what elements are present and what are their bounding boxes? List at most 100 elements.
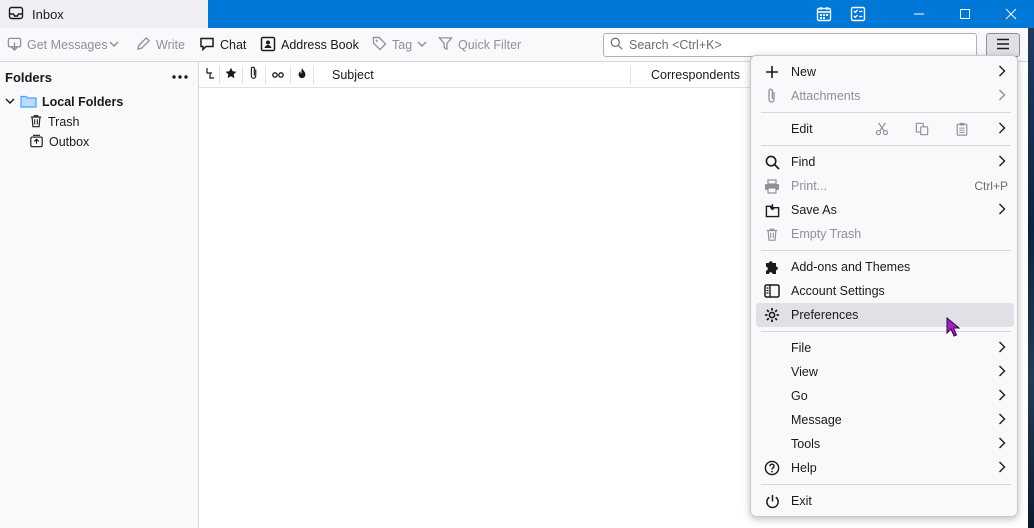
power-icon bbox=[761, 490, 783, 512]
menu-item-label: New bbox=[791, 65, 817, 79]
cut-icon[interactable] bbox=[871, 119, 893, 139]
subject-column[interactable]: Subject bbox=[314, 62, 630, 87]
write-button[interactable]: Write bbox=[136, 28, 185, 62]
menu-item-new[interactable]: New bbox=[756, 60, 1014, 84]
menu-item-print[interactable]: Print... Ctrl+P bbox=[756, 174, 1014, 198]
account-settings-icon bbox=[761, 280, 783, 302]
menu-item-label: Add-ons and Themes bbox=[791, 260, 911, 274]
tag-label: Tag bbox=[392, 38, 413, 52]
menu-item-go[interactable]: Go bbox=[756, 384, 1014, 408]
menu-item-edit: Edit bbox=[756, 117, 1014, 141]
starred-column[interactable] bbox=[220, 62, 242, 87]
menu-separator bbox=[761, 112, 1011, 113]
chevron-right-icon bbox=[998, 88, 1006, 105]
folder-local-folders[interactable]: Local Folders bbox=[0, 92, 198, 112]
menu-item-tools[interactable]: Tools bbox=[756, 432, 1014, 456]
menu-item-label: Save As bbox=[791, 203, 837, 217]
search-icon bbox=[761, 151, 783, 173]
get-messages-button[interactable]: Get Messages bbox=[7, 28, 108, 62]
correspondents-column-label: Correspondents bbox=[651, 67, 740, 82]
menu-item-shortcut: Ctrl+P bbox=[974, 179, 1008, 193]
menu-item-label: Message bbox=[791, 413, 842, 427]
chat-button[interactable]: Chat bbox=[199, 28, 246, 62]
plus-icon bbox=[761, 61, 783, 83]
calendar-icon[interactable] bbox=[812, 2, 836, 26]
copy-icon[interactable] bbox=[911, 119, 933, 139]
folder-trash[interactable]: Trash bbox=[0, 112, 198, 132]
get-messages-label: Get Messages bbox=[27, 38, 108, 52]
gear-icon bbox=[761, 304, 783, 326]
menu-item-label: Account Settings bbox=[791, 284, 885, 298]
paste-icon[interactable] bbox=[951, 119, 973, 139]
menu-item-account-settings[interactable]: Account Settings bbox=[756, 279, 1014, 303]
outbox-icon bbox=[29, 134, 44, 151]
menu-item-label: Find bbox=[791, 155, 816, 169]
menu-item-label: Exit bbox=[791, 494, 812, 508]
menu-item-label: Print... bbox=[791, 179, 828, 193]
menu-item-save-as[interactable]: Save As bbox=[756, 198, 1014, 222]
subject-column-label: Subject bbox=[332, 67, 374, 82]
filter-icon bbox=[438, 36, 453, 54]
get-messages-dropdown[interactable] bbox=[109, 28, 119, 62]
read-status-column[interactable] bbox=[266, 62, 290, 87]
trash-icon bbox=[761, 223, 783, 245]
puzzle-icon bbox=[761, 256, 783, 278]
chevron-right-icon bbox=[998, 340, 1006, 357]
desktop-background-strip bbox=[1028, 28, 1034, 528]
chat-label: Chat bbox=[220, 38, 247, 52]
chevron-right-icon bbox=[998, 202, 1006, 219]
menu-item-help[interactable]: Help bbox=[756, 456, 1014, 480]
menu-item-addons-and-themes[interactable]: Add-ons and Themes bbox=[756, 255, 1014, 279]
trash-icon bbox=[29, 114, 43, 131]
folder-pane: Folders Local Folders Trash Outbox bbox=[0, 62, 199, 528]
tasks-icon[interactable] bbox=[846, 2, 870, 26]
menu-item-empty-trash[interactable]: Empty Trash bbox=[756, 222, 1014, 246]
quick-filter-button[interactable]: Quick Filter bbox=[438, 28, 521, 62]
hamburger-icon bbox=[996, 38, 1010, 53]
menu-item-exit[interactable]: Exit bbox=[756, 489, 1014, 513]
minimize-button[interactable] bbox=[896, 0, 942, 28]
close-button[interactable] bbox=[988, 0, 1034, 28]
menu-item-find[interactable]: Find bbox=[756, 150, 1014, 174]
tab-inbox[interactable]: Inbox bbox=[0, 0, 208, 29]
address-book-button[interactable]: Address Book bbox=[260, 28, 359, 62]
attachment-column[interactable] bbox=[243, 62, 265, 87]
folders-header: Folders bbox=[0, 62, 198, 92]
chevron-right-icon bbox=[998, 364, 1006, 381]
menu-item-label: Empty Trash bbox=[791, 227, 862, 241]
chevron-right-icon[interactable] bbox=[998, 121, 1006, 138]
folders-title: Folders bbox=[5, 69, 52, 85]
junk-status-column[interactable] bbox=[291, 62, 313, 87]
chevron-right-icon bbox=[998, 436, 1006, 453]
chat-icon bbox=[199, 36, 215, 55]
menu-item-attachments[interactable]: Attachments bbox=[756, 84, 1014, 108]
menu-item-view[interactable]: View bbox=[756, 360, 1014, 384]
chevron-down-icon bbox=[417, 38, 427, 52]
tag-button[interactable]: Tag bbox=[372, 28, 427, 62]
more-options-icon[interactable] bbox=[170, 69, 190, 85]
quick-filter-label: Quick Filter bbox=[458, 38, 522, 52]
chevron-down-icon[interactable] bbox=[5, 95, 15, 109]
correspondents-column[interactable]: Correspondents bbox=[631, 62, 751, 87]
app-menu-button[interactable] bbox=[986, 33, 1020, 57]
inbox-icon bbox=[8, 5, 24, 24]
menu-item-message[interactable]: Message bbox=[756, 408, 1014, 432]
read-status-icon bbox=[272, 68, 284, 82]
menu-separator bbox=[761, 250, 1011, 251]
thread-column[interactable] bbox=[201, 62, 219, 87]
menu-item-label: File bbox=[791, 341, 812, 355]
menu-item-preferences[interactable]: Preferences bbox=[756, 303, 1014, 327]
pencil-icon bbox=[136, 36, 151, 54]
folder-label: Local Folders bbox=[42, 95, 124, 109]
flame-icon bbox=[297, 67, 307, 82]
menu-item-file[interactable]: File bbox=[756, 336, 1014, 360]
tag-icon bbox=[372, 36, 387, 54]
chevron-right-icon bbox=[998, 388, 1006, 405]
tab-label: Inbox bbox=[32, 7, 64, 22]
folder-outbox[interactable]: Outbox bbox=[0, 132, 198, 152]
chevron-right-icon bbox=[998, 154, 1006, 171]
maximize-button[interactable] bbox=[942, 0, 988, 28]
search-input[interactable]: Search <Ctrl+K> bbox=[603, 33, 977, 57]
address-book-label: Address Book bbox=[281, 38, 359, 52]
paperclip-icon bbox=[249, 66, 259, 83]
